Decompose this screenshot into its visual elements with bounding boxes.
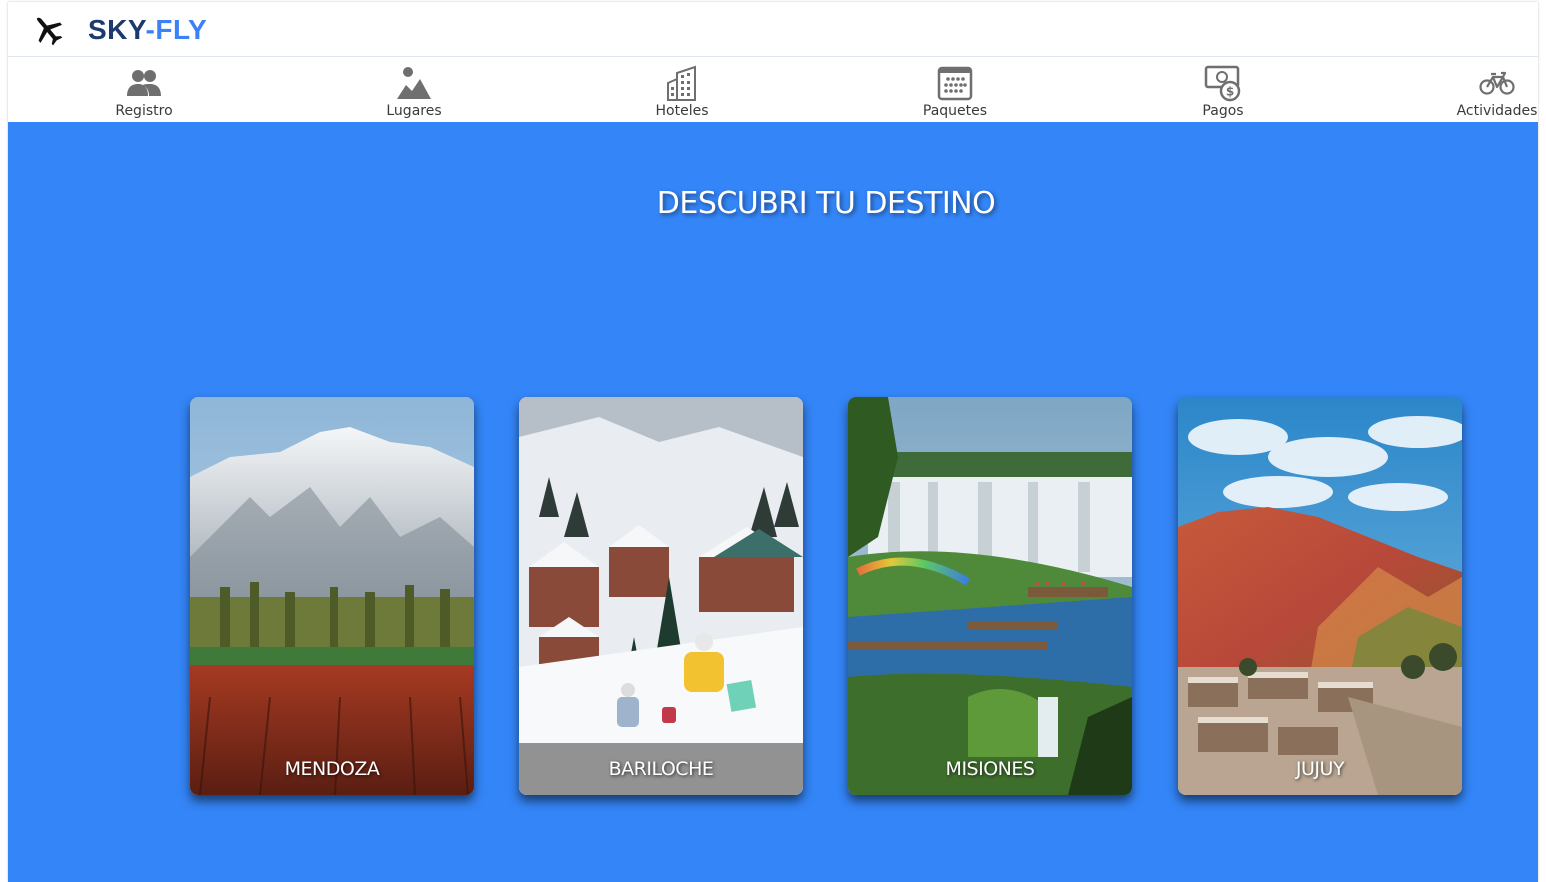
destination-card-jujuy[interactable]: JUJUY bbox=[1178, 397, 1462, 795]
building-icon bbox=[662, 63, 702, 103]
destination-card-mendoza[interactable]: MENDOZA bbox=[190, 397, 474, 795]
card-caption-misiones: MISIONES bbox=[945, 758, 1035, 780]
brand-dash: - bbox=[145, 14, 156, 45]
nav-label-registro: Registro bbox=[115, 103, 173, 119]
bariloche-photo bbox=[519, 397, 803, 795]
airplane-icon[interactable] bbox=[28, 10, 68, 50]
landscape-icon bbox=[394, 63, 434, 103]
nav-label-hoteles: Hoteles bbox=[655, 103, 709, 119]
nav-item-lugares[interactable]: Lugares bbox=[344, 57, 484, 122]
money-icon: $ bbox=[1203, 63, 1243, 103]
nav-label-pagos: Pagos bbox=[1202, 103, 1244, 119]
card-caption-bariloche: BARILOCHE bbox=[519, 743, 803, 795]
card-caption-mendoza: MENDOZA bbox=[284, 758, 380, 780]
hero-title: DESCUBRI TU DESTINO bbox=[656, 186, 996, 221]
misiones-photo bbox=[848, 397, 1132, 795]
destination-card-misiones[interactable]: MISIONES bbox=[848, 397, 1132, 795]
nav-item-hoteles[interactable]: Hoteles bbox=[612, 57, 752, 122]
nav-label-lugares: Lugares bbox=[386, 103, 442, 119]
svg-text:$: $ bbox=[1226, 85, 1234, 99]
destination-card-bariloche[interactable]: BARILOCHE bbox=[519, 397, 803, 795]
page-frame: SKY-FLY Registro Lugares Hoteles Paquete… bbox=[8, 2, 1538, 882]
nav-item-pagos[interactable]: $ Pagos bbox=[1153, 57, 1293, 122]
nav-label-actividades: Actividades bbox=[1456, 103, 1538, 119]
nav-item-actividades[interactable]: Actividades bbox=[1427, 57, 1546, 122]
brand-logo[interactable]: SKY-FLY bbox=[88, 14, 207, 46]
nav-item-paquetes[interactable]: Paquetes bbox=[885, 57, 1025, 122]
brand-part1: SKY bbox=[88, 14, 146, 45]
nav-item-registro[interactable]: Registro bbox=[74, 57, 214, 122]
header: SKY-FLY bbox=[8, 2, 1538, 57]
users-icon bbox=[124, 63, 164, 103]
hero-section: DESCUBRI TU DESTINO MENDOZA BARILOCHE MI… bbox=[8, 122, 1538, 882]
main-nav: Registro Lugares Hoteles Paquetes $ Pago… bbox=[8, 57, 1538, 122]
brand-part2: FLY bbox=[155, 14, 208, 45]
nav-label-paquetes: Paquetes bbox=[922, 103, 988, 119]
card-caption-jujuy: JUJUY bbox=[1295, 758, 1345, 780]
calendar-icon bbox=[935, 63, 975, 103]
jujuy-photo bbox=[1178, 397, 1462, 795]
bicycle-icon bbox=[1477, 63, 1517, 103]
mendoza-photo bbox=[190, 397, 474, 795]
